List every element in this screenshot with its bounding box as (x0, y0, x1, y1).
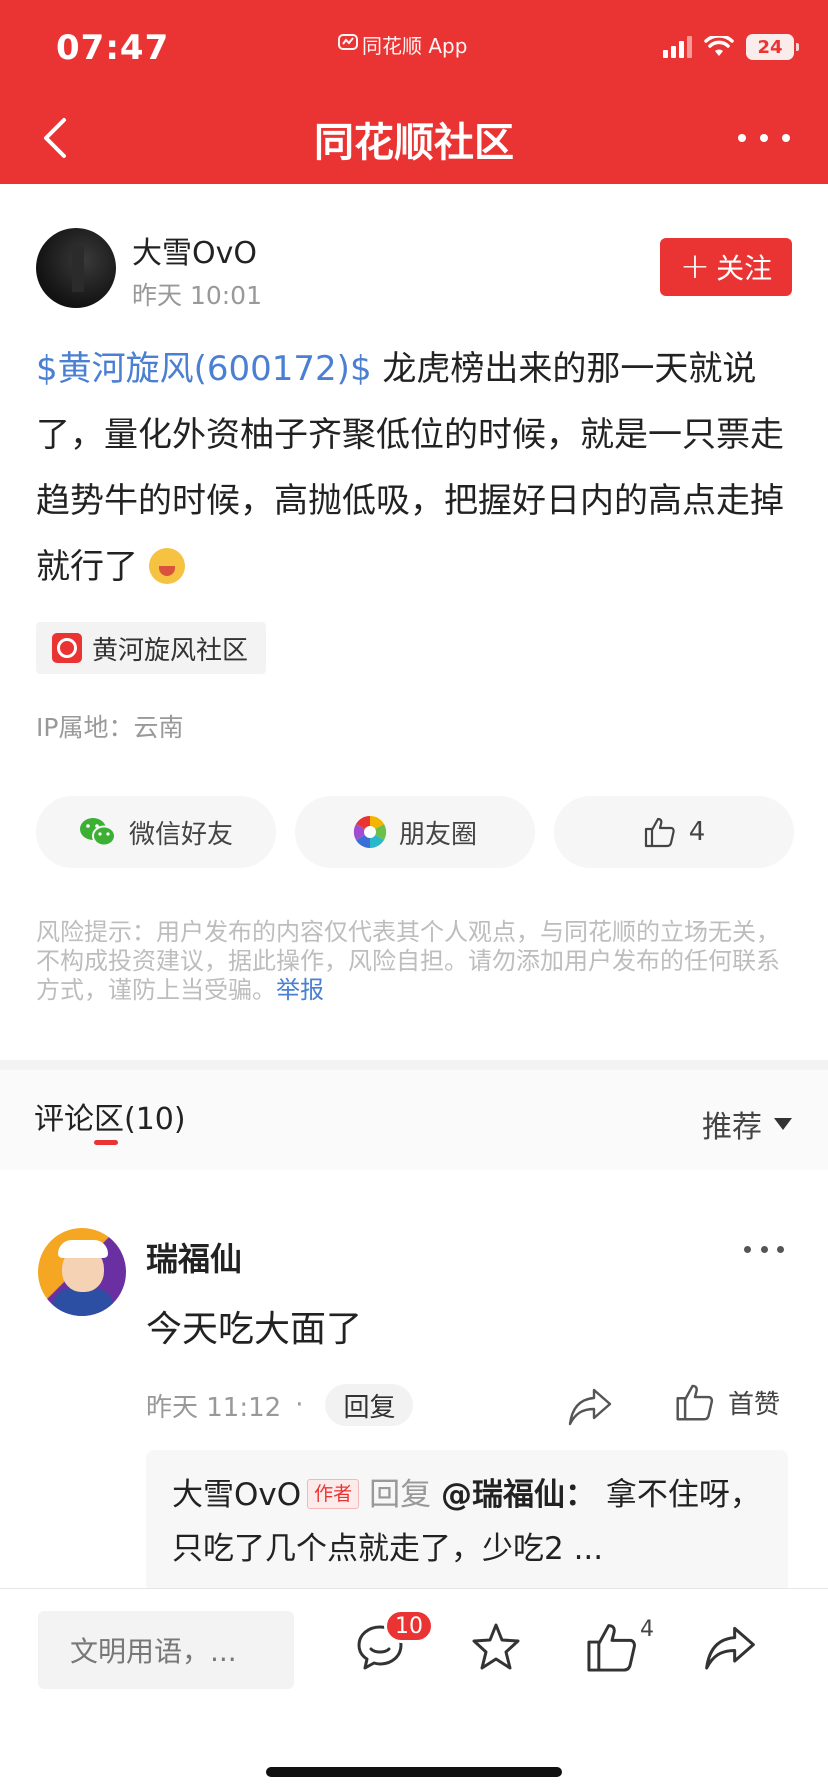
comment-more-button[interactable] (744, 1246, 784, 1253)
comment-meta: 昨天 11:12 · 回复 (146, 1384, 414, 1426)
bottom-action-bar: 文明用语，... 10 4 (0, 1588, 828, 1792)
share-wechat-label: 微信好友 (128, 819, 233, 850)
status-indicators: 24 (663, 34, 799, 60)
share-row: 微信好友 朋友圈 4 (36, 796, 794, 868)
app-link-icon (338, 32, 358, 57)
risk-disclaimer: 风险提示：用户发布的内容仅代表其个人观点，与同花顺的立场无关，不构成投资建议，据… (36, 918, 794, 1005)
like-post-button[interactable]: 4 (554, 796, 794, 868)
active-tab-indicator (94, 1140, 118, 1145)
thumbs-up-icon (587, 1624, 636, 1672)
thumbs-up-icon (644, 817, 675, 848)
sort-dropdown[interactable]: 推荐 (702, 1102, 792, 1146)
comment-like-button[interactable]: 首赞 (674, 1382, 780, 1422)
share-arrow-icon (705, 1626, 755, 1670)
ip-location: IP属地：云南 (36, 713, 184, 742)
stock-link[interactable]: $黄河旋风(600172)$ (36, 349, 372, 389)
wifi-icon (704, 36, 734, 56)
status-app-label[interactable]: 同花顺 App (338, 30, 467, 59)
section-divider (0, 1060, 828, 1070)
battery-icon: 24 (746, 34, 799, 60)
reply-author[interactable]: 大雪OvO (172, 1477, 301, 1513)
follow-label: 关注 (716, 252, 773, 285)
plus-icon: + (679, 246, 711, 287)
follow-button[interactable]: + 关注 (660, 238, 792, 296)
laughing-emoji-icon (148, 548, 185, 584)
app-link-text: 同花顺 App (362, 34, 468, 58)
author-badge: 作者 (307, 1479, 360, 1509)
commenter-avatar[interactable] (38, 1228, 126, 1316)
like-count: 4 (688, 817, 706, 847)
comment-time: 昨天 11:12 (146, 1392, 282, 1423)
wechat-icon (79, 818, 116, 847)
like-button[interactable] (584, 1619, 640, 1675)
bottom-like-count: 4 (640, 1617, 654, 1642)
post-content: $黄河旋风(600172)$ 龙虎榜出来的那一天就说了，量化外资柚子齐聚低位的时… (36, 336, 796, 600)
home-indicator (266, 1767, 562, 1777)
report-link[interactable]: 举报 (276, 976, 324, 1004)
sort-label: 推荐 (702, 1110, 762, 1145)
moments-icon (353, 815, 387, 849)
community-tag[interactable]: 黄河旋风社区 (36, 622, 267, 674)
commenter-name[interactable]: 瑞福仙 (146, 1234, 242, 1280)
risk-disclaimer-text: 风险提示：用户发布的内容仅代表其个人观点，与同花顺的立场无关，不构成投资建议，据… (36, 918, 780, 1004)
more-options-button[interactable] (738, 118, 790, 158)
status-time: 07:47 (56, 28, 170, 68)
author-avatar[interactable] (36, 228, 116, 308)
share-moments-label: 朋友圈 (398, 819, 477, 850)
favorite-button[interactable] (468, 1619, 524, 1675)
comments-header: 评论区(10) 推荐 (0, 1070, 828, 1170)
top-header: 07:47 同花顺 App 24 同花顺社区 (0, 0, 828, 184)
comment-text: 今天吃大面了 (146, 1309, 363, 1350)
share-wechat-button[interactable]: 微信好友 (36, 796, 276, 868)
reply-word: 回复 (369, 1477, 432, 1513)
cellular-signal-icon (663, 36, 692, 58)
battery-level: 24 (757, 36, 783, 58)
reply-preview[interactable]: 大雪OvO 作者 回复 @瑞福仙： 拿不住呀，只吃了几个点就走了，少吃2 ... (146, 1450, 788, 1592)
star-icon (472, 1623, 520, 1670)
comments-tab[interactable]: 评论区(10) (34, 1094, 186, 1138)
caret-down-icon (774, 1118, 792, 1130)
share-button[interactable] (702, 1619, 758, 1675)
community-tag-label: 黄河旋风社区 (92, 635, 249, 666)
community-logo-icon (52, 633, 82, 663)
comment-count-badge: 10 (384, 1609, 434, 1643)
comment-input[interactable]: 文明用语，... (38, 1611, 294, 1689)
share-moments-button[interactable]: 朋友圈 (295, 796, 535, 868)
share-arrow-icon (568, 1388, 612, 1426)
post-time: 昨天 10:01 (132, 281, 262, 310)
thumbs-up-icon (676, 1384, 714, 1421)
comment-share-button[interactable] (566, 1384, 614, 1428)
author-name[interactable]: 大雪OvO (132, 228, 257, 272)
comment-like-label: 首赞 (728, 1389, 781, 1420)
page-title: 同花顺社区 (314, 120, 514, 166)
reply-button[interactable]: 回复 (325, 1384, 414, 1426)
reply-target[interactable]: @瑞福仙： (441, 1477, 596, 1513)
meta-separator: · (295, 1390, 304, 1420)
